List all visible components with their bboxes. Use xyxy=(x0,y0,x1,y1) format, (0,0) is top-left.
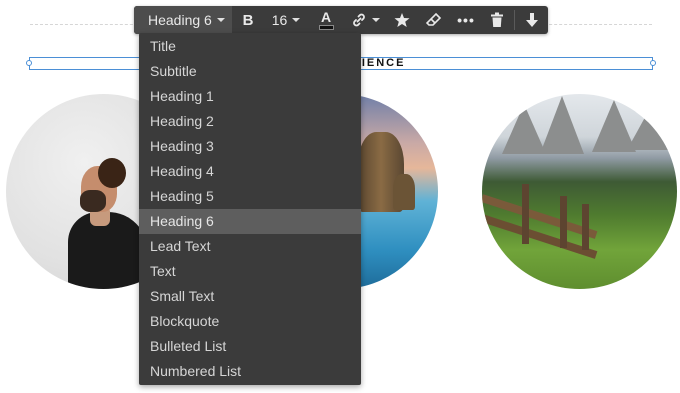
text-style-label: Heading 6 xyxy=(148,12,212,28)
font-size-value: 16 xyxy=(271,12,288,28)
star-icon xyxy=(394,13,410,27)
trash-icon xyxy=(491,12,503,27)
menu-item-text[interactable]: Text xyxy=(139,259,361,284)
more-button[interactable]: ••• xyxy=(450,6,482,34)
link-button[interactable] xyxy=(344,6,386,34)
menu-item-heading-6[interactable]: Heading 6 xyxy=(139,209,361,234)
arrow-down-icon xyxy=(526,13,538,27)
text-style-dropdown[interactable]: Heading 6 xyxy=(134,6,232,34)
chevron-down-icon xyxy=(292,18,301,22)
menu-item-subtitle[interactable]: Subtitle xyxy=(139,59,361,84)
chevron-down-icon xyxy=(371,18,380,22)
text-style-menu: Title Subtitle Heading 1 Heading 2 Headi… xyxy=(139,33,361,385)
eraser-icon xyxy=(426,12,442,26)
menu-item-heading-4[interactable]: Heading 4 xyxy=(139,159,361,184)
photo-mountain xyxy=(482,94,677,289)
text-toolbar: Heading 6 B 16 A ••• xyxy=(134,6,548,34)
text-color-label: A xyxy=(320,8,332,25)
menu-item-heading-1[interactable]: Heading 1 xyxy=(139,84,361,109)
link-icon xyxy=(352,13,365,27)
text-color-swatch xyxy=(318,24,334,30)
menu-item-small-text[interactable]: Small Text xyxy=(139,284,361,309)
menu-item-numbered-list[interactable]: Numbered List xyxy=(139,359,361,384)
menu-item-title[interactable]: Title xyxy=(139,34,361,59)
font-size-dropdown[interactable]: 16 xyxy=(264,6,308,34)
delete-button[interactable] xyxy=(482,6,512,34)
menu-item-heading-3[interactable]: Heading 3 xyxy=(139,134,361,159)
text-color-button[interactable]: A xyxy=(308,6,344,34)
bold-button[interactable]: B xyxy=(232,6,264,34)
move-down-button[interactable] xyxy=(517,6,547,34)
clear-format-button[interactable] xyxy=(418,6,450,34)
menu-item-bulleted-list[interactable]: Bulleted List xyxy=(139,334,361,359)
menu-item-heading-2[interactable]: Heading 2 xyxy=(139,109,361,134)
toolbar-separator xyxy=(514,10,515,30)
menu-item-blockquote[interactable]: Blockquote xyxy=(139,309,361,334)
menu-item-heading-5[interactable]: Heading 5 xyxy=(139,184,361,209)
chevron-down-icon xyxy=(216,18,225,22)
menu-item-lead-text[interactable]: Lead Text xyxy=(139,234,361,259)
favorite-button[interactable] xyxy=(386,6,418,34)
